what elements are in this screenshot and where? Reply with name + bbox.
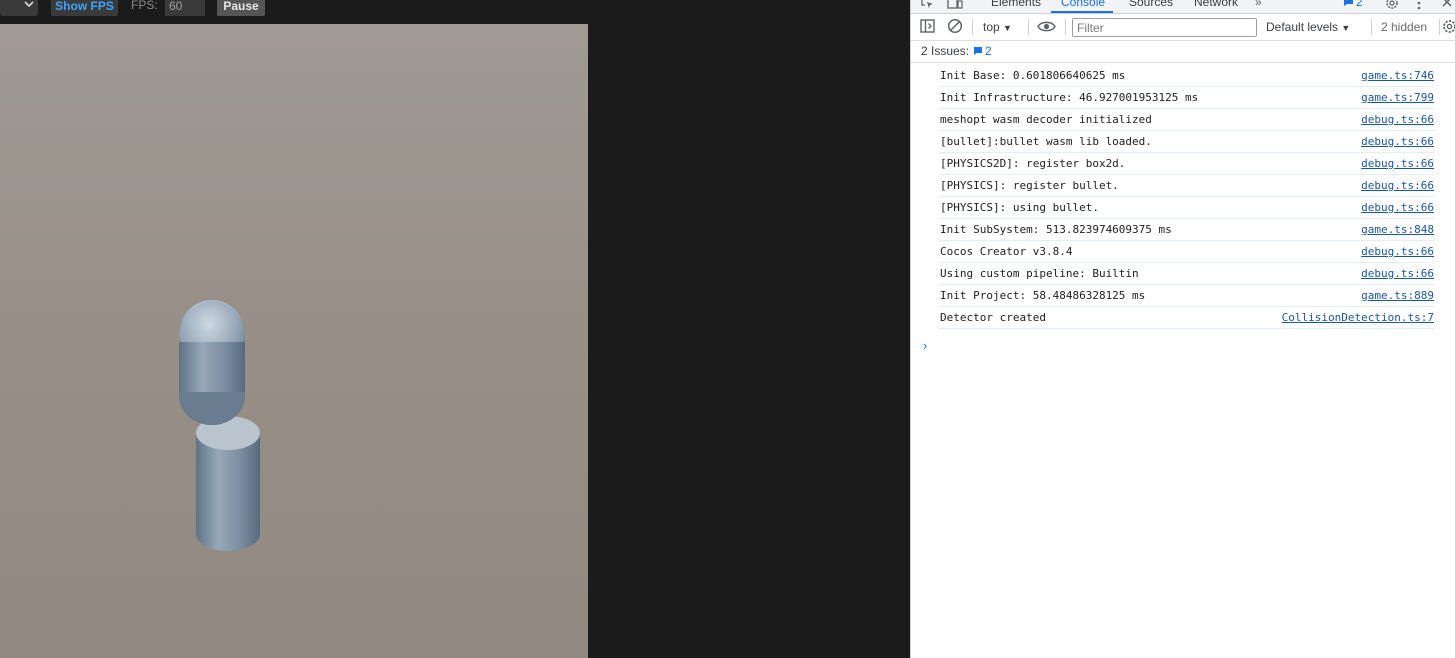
log-row: [PHYSICS]: using bullet. debug.ts:66 [939,197,1434,219]
log-source-link[interactable]: debug.ts:66 [1361,267,1434,280]
toolbar-separator [1371,19,1372,35]
log-levels-label: Default levels [1266,20,1339,34]
log-message: Using custom pipeline: Builtin [940,267,1139,280]
log-message: [PHYSICS]: register bullet. [940,179,1119,192]
log-source-link[interactable]: game.ts:848 [1361,223,1434,236]
levels-dropdown-icon: ▼ [1341,23,1351,33]
inspect-icon[interactable] [921,0,935,10]
log-source-link[interactable]: debug.ts:66 [1361,135,1434,148]
log-message: [PHYSICS2D]: register box2d. [940,157,1126,170]
tab-network[interactable]: Network [1194,0,1238,9]
log-row: Detector created CollisionDetection.ts:7 [939,307,1434,329]
log-levels-dropdown[interactable]: Default levels ▼ [1266,20,1350,34]
log-row: Init SubSystem: 513.823974609375 ms game.… [939,219,1434,241]
console-toolbar: top ▼ Filter Default levels ▼ 2 hidden [911,14,1455,41]
toolbar-separator [972,19,973,35]
issues-message-icon [974,47,982,55]
log-source-link[interactable]: game.ts:799 [1361,91,1434,104]
log-message: [PHYSICS]: using bullet. [940,201,1099,214]
show-fps-button[interactable]: Show FPS [51,0,118,16]
log-message: [bullet]:bullet wasm lib loaded. [940,135,1152,148]
pause-button[interactable]: Pause [217,0,265,16]
context-label: top [983,20,1000,34]
message-icon[interactable] [1343,0,1354,7]
issues-bar[interactable]: 2 Issues: 2 [911,41,1455,63]
log-message: meshopt wasm decoder initialized [940,113,1152,126]
log-row: [PHYSICS]: register bullet. debug.ts:66 [939,175,1434,197]
hidden-messages-count: 2 hidden [1381,20,1428,34]
log-row: Init Project: 58.48486328125 ms game.ts:8… [939,285,1434,307]
log-source-link[interactable]: game.ts:889 [1361,289,1434,302]
scene-render [179,300,260,551]
log-source-link[interactable]: debug.ts:66 [1361,201,1434,214]
chevron-down-icon [24,1,34,7]
log-row: Using custom pipeline: Builtin debug.ts:6… [939,263,1434,285]
log-row: Init Base: 0.601806640625 ms game.ts:746 [939,65,1434,87]
scene-dropdown[interactable] [0,0,38,16]
capsule-object [179,300,245,425]
clear-console-icon[interactable] [947,18,963,34]
context-dropdown-icon: ▼ [1003,23,1012,33]
console-prompt[interactable]: › [923,338,927,353]
fps-label: FPS: [131,0,158,12]
devtools-tab-bar: Elements Console Sources Network » 2 [911,0,1455,14]
console-settings-icon[interactable] [1442,19,1455,34]
log-source-link[interactable]: debug.ts:66 [1361,157,1434,170]
sidebar-toggle-icon[interactable] [920,19,935,33]
console-log-list: Init Base: 0.601806640625 ms game.ts:746 I… [911,65,1455,329]
settings-icon[interactable] [1385,0,1399,10]
log-source-link[interactable]: CollisionDetection.ts:7 [1282,311,1434,324]
log-message: Init Project: 58.48486328125 ms [940,289,1146,302]
log-row: meshopt wasm decoder initialized debug.ts… [939,109,1434,131]
log-row: Cocos Creator v3.8.4 debug.ts:66 [939,241,1434,263]
log-row: [bullet]:bullet wasm lib loaded. debug.ts… [939,131,1434,153]
log-source-link[interactable]: debug.ts:66 [1361,179,1434,192]
log-message: Cocos Creator v3.8.4 [940,245,1073,258]
cylinder-object [196,415,260,551]
tab-elements[interactable]: Elements [991,0,1041,9]
issues-label: 2 Issues: [921,44,970,58]
log-message: Detector created [940,311,1046,324]
game-viewport[interactable] [0,24,588,658]
toolbar-separator [1065,19,1066,35]
log-row: Init Infrastructure: 46.927001953125 ms g… [939,87,1434,109]
issues-count[interactable]: 2 [985,44,992,58]
toolbar-separator [1439,19,1440,35]
tab-sources[interactable]: Sources [1129,0,1173,9]
log-source-link[interactable]: game.ts:746 [1361,69,1434,82]
preview-toolbar: Show FPS FPS: 60 Pause [0,0,910,24]
log-source-link[interactable]: debug.ts:66 [1361,113,1434,126]
toolbar-separator [1028,19,1029,35]
issue-badge-count[interactable]: 2 [1356,0,1363,9]
device-toolbar-icon[interactable] [947,0,963,10]
more-vert-icon[interactable] [1417,0,1421,10]
game-preview-panel: Show FPS FPS: 60 Pause [0,0,910,658]
close-icon[interactable] [1441,0,1453,8]
eye-icon[interactable] [1037,20,1056,33]
devtools-panel: Elements Console Sources Network » 2 top… [910,0,1455,658]
log-row: [PHYSICS2D]: register box2d. debug.ts:66 [939,153,1434,175]
log-message: Init Base: 0.601806640625 ms [940,69,1126,82]
console-filter-input[interactable]: Filter [1072,18,1257,37]
more-tabs-button[interactable]: » [1255,0,1262,9]
tab-console[interactable]: Console [1061,0,1105,9]
log-message: Init Infrastructure: 46.927001953125 ms [940,91,1199,104]
log-message: Init SubSystem: 513.823974609375 ms [940,223,1172,236]
context-selector[interactable]: top ▼ [983,20,1012,34]
active-tab-indicator [1051,11,1113,13]
fps-input[interactable]: 60 [165,0,205,16]
log-source-link[interactable]: debug.ts:66 [1361,245,1434,258]
